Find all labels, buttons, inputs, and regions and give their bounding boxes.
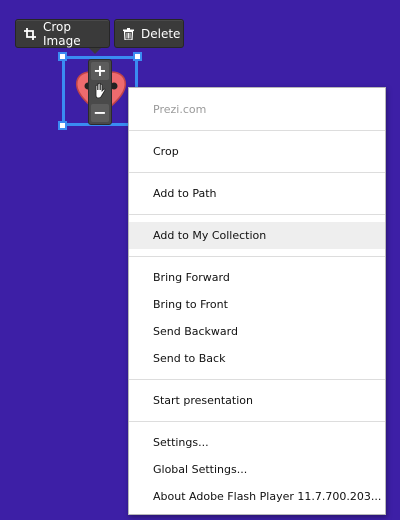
menu-separator (129, 130, 385, 131)
menu-separator (129, 172, 385, 173)
menu-item-send-to-back[interactable]: Send to Back (129, 345, 385, 372)
menu-separator (129, 379, 385, 380)
menu-item-global-settings[interactable]: Global Settings... (129, 456, 385, 483)
zoom-control: + − (88, 59, 112, 125)
image-toolbar: Crop Image Delete (15, 19, 184, 48)
menu-header: Prezi.com (153, 103, 207, 116)
context-menu: Prezi.com Crop Add to Path Add to My Col… (128, 87, 386, 515)
menu-item-settings[interactable]: Settings... (129, 429, 385, 456)
menu-item-start-presentation[interactable]: Start presentation (129, 387, 385, 414)
resize-handle-bottom-left[interactable] (58, 121, 67, 130)
zoom-out-button[interactable]: − (91, 104, 109, 122)
menu-item-crop[interactable]: Crop (129, 138, 385, 165)
menu-item-about-flash[interactable]: About Adobe Flash Player 11.7.700.203... (129, 483, 385, 510)
menu-separator (129, 256, 385, 257)
zoom-in-button[interactable]: + (91, 62, 109, 80)
crop-image-label: Crop Image (43, 19, 81, 48)
menu-item-send-backward[interactable]: Send Backward (129, 318, 385, 345)
menu-separator (129, 214, 385, 215)
menu-item-bring-forward[interactable]: Bring Forward (129, 264, 385, 291)
menu-item-bring-to-front[interactable]: Bring to Front (129, 291, 385, 318)
resize-handle-top-right[interactable] (133, 52, 142, 61)
toolbar-pointer (89, 48, 101, 54)
crop-icon (24, 27, 36, 40)
delete-label: Delete (141, 26, 181, 41)
menu-item-add-to-path[interactable]: Add to Path (129, 180, 385, 207)
trash-icon (123, 27, 134, 40)
menu-separator (129, 421, 385, 422)
menu-item-add-to-collection[interactable]: Add to My Collection (129, 222, 385, 249)
delete-button[interactable]: Delete (114, 19, 184, 48)
hand-icon[interactable] (92, 82, 108, 104)
resize-handle-top-left[interactable] (58, 52, 67, 61)
crop-image-button[interactable]: Crop Image (15, 19, 110, 48)
